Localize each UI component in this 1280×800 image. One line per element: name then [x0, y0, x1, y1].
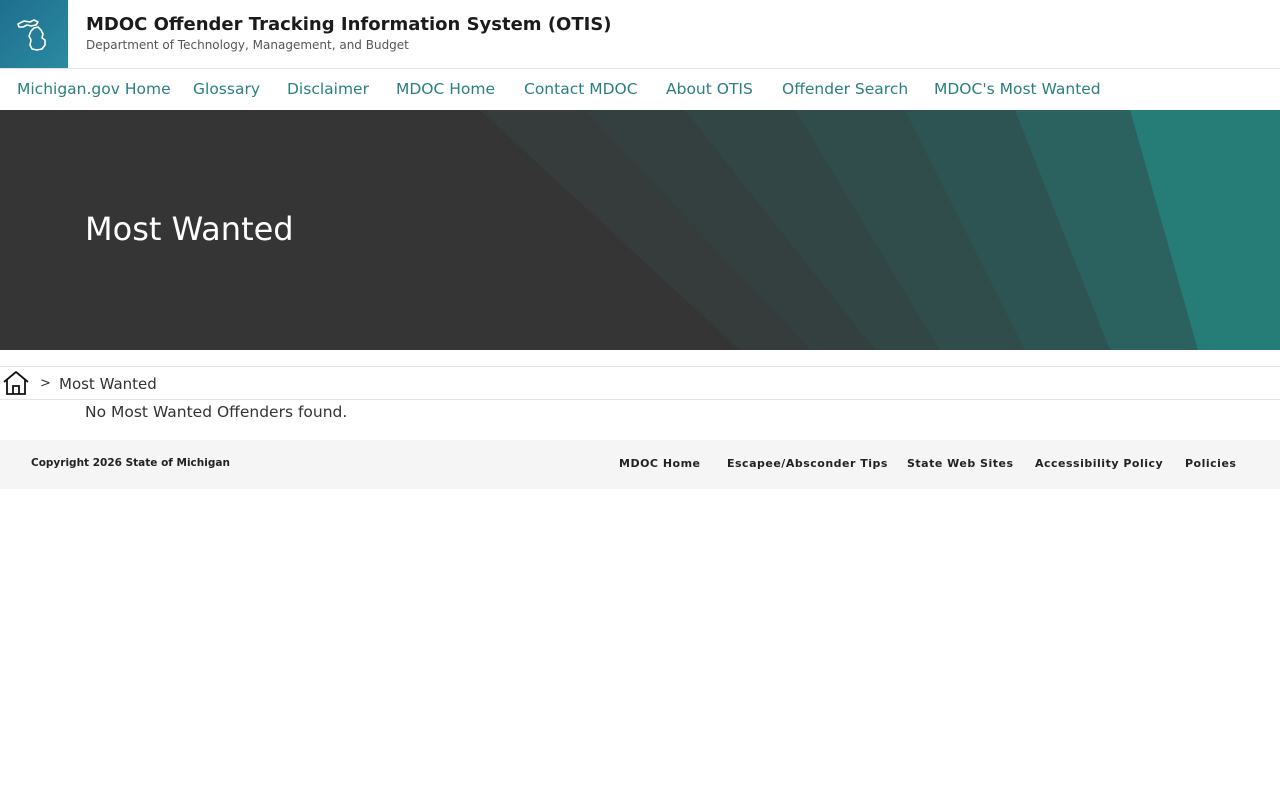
app-subtitle: Department of Technology, Management, an… — [86, 38, 409, 52]
nav-offender-search[interactable]: Offender Search — [782, 80, 908, 98]
page-title: Most Wanted — [85, 210, 294, 248]
footer-link-escapee-tips[interactable]: Escapee/Absconder Tips — [727, 457, 888, 470]
michigan-logo[interactable] — [0, 0, 68, 68]
copyright-text: Copyright 2026 State of Michigan — [31, 457, 230, 469]
nav-about-otis[interactable]: About OTIS — [666, 80, 753, 98]
no-results-message: No Most Wanted Offenders found. — [85, 403, 348, 421]
nav-most-wanted[interactable]: MDOC's Most Wanted — [934, 80, 1101, 98]
site-footer: Copyright 2026 State of Michigan MDOC Ho… — [0, 440, 1280, 489]
main-nav: Michigan.gov Home Glossary Disclaimer MD… — [0, 68, 1280, 110]
footer-link-policies[interactable]: Policies — [1185, 457, 1236, 470]
nav-contact-mdoc[interactable]: Contact MDOC — [524, 80, 638, 98]
nav-michigan-home[interactable]: Michigan.gov Home — [17, 80, 171, 98]
home-icon[interactable] — [2, 370, 30, 396]
site-header: MDOC Offender Tracking Information Syste… — [0, 0, 1280, 68]
breadcrumb-separator: > — [40, 376, 51, 391]
michigan-state-icon — [17, 19, 46, 51]
breadcrumb-current: Most Wanted — [59, 375, 157, 393]
footer-link-state-web-sites[interactable]: State Web Sites — [907, 457, 1014, 470]
app-title: MDOC Offender Tracking Information Syste… — [86, 14, 612, 35]
nav-disclaimer[interactable]: Disclaimer — [287, 80, 369, 98]
footer-link-accessibility-policy[interactable]: Accessibility Policy — [1035, 457, 1163, 470]
footer-link-mdoc-home[interactable]: MDOC Home — [619, 457, 701, 470]
hero-banner: Most Wanted — [0, 110, 1280, 350]
nav-mdoc-home[interactable]: MDOC Home — [396, 80, 495, 98]
nav-glossary[interactable]: Glossary — [193, 80, 260, 98]
breadcrumb: > Most Wanted — [0, 366, 1280, 400]
